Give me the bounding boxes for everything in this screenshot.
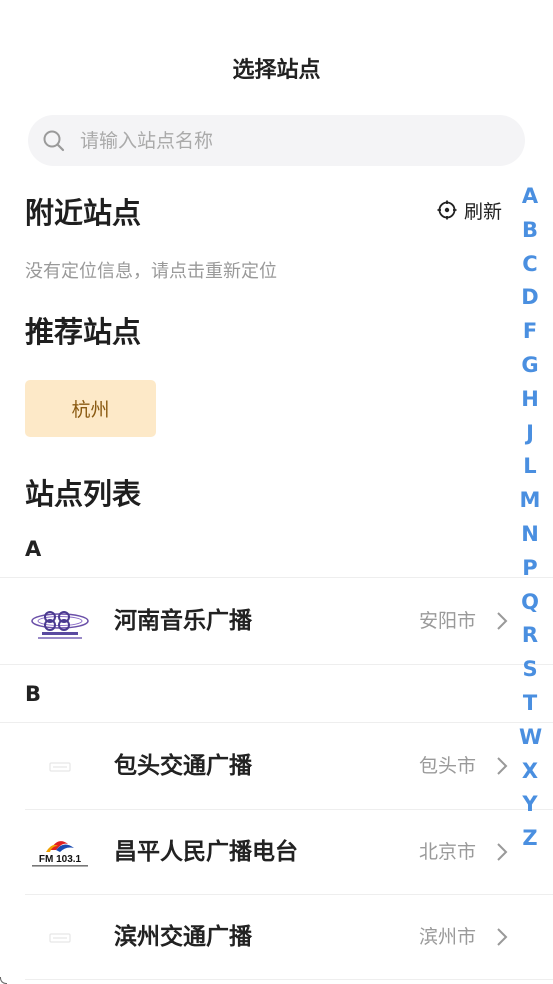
chevron-right-icon: [497, 843, 508, 861]
station-row-henan-music[interactable]: 河南音乐广播 安阳市: [0, 579, 520, 664]
chip-label: 杭州: [71, 399, 110, 421]
station-city: 北京市: [418, 841, 476, 863]
index-letter-d[interactable]: D: [519, 281, 541, 315]
station-list-heading: 站点列表: [25, 477, 142, 511]
index-letter-s[interactable]: S: [519, 653, 541, 687]
index-letter-l[interactable]: L: [519, 450, 541, 484]
index-letter-n[interactable]: N: [519, 518, 541, 552]
index-letter-g[interactable]: G: [519, 349, 541, 383]
locate-icon: [437, 200, 457, 220]
chevron-right-icon: [497, 928, 508, 946]
station-name: 昌平人民广播电台: [114, 839, 298, 865]
index-letter-t[interactable]: T: [519, 687, 541, 721]
index-letter-x[interactable]: X: [519, 755, 541, 789]
station-city: 滨州市: [418, 926, 476, 948]
chevron-right-icon: [497, 757, 508, 775]
henan-music-logo: [31, 611, 89, 639]
index-letter-r[interactable]: R: [519, 619, 541, 653]
index-letter-j[interactable]: J: [519, 417, 541, 451]
divider: [0, 664, 553, 665]
placeholder-logo-icon: [49, 933, 71, 943]
refresh-label: 刷新: [464, 200, 503, 223]
chevron-right-icon: [497, 612, 508, 630]
nearby-heading: 附近站点: [25, 196, 142, 230]
refresh-button[interactable]: 刷新: [437, 196, 502, 224]
index-letter-h[interactable]: H: [519, 383, 541, 417]
placeholder-logo-icon: [49, 762, 71, 772]
search-bar[interactable]: [28, 115, 525, 166]
recommended-chip-hangzhou[interactable]: 杭州: [25, 380, 156, 437]
location-hint[interactable]: 没有定位信息，请点击重新定位: [25, 257, 277, 283]
index-letter-a[interactable]: A: [519, 180, 541, 214]
station-name: 河南音乐广播: [114, 608, 252, 634]
search-icon: [43, 130, 65, 151]
index-letter-b[interactable]: B: [519, 214, 541, 248]
group-letter-a: A: [25, 537, 42, 561]
station-row-changping[interactable]: FM 103.1 昌平人民广播电台 北京市: [0, 810, 520, 895]
index-letter-m[interactable]: M: [519, 484, 541, 518]
alphabet-index[interactable]: ABCDFGHJLMNPQRSTWXYZ: [519, 180, 542, 856]
fm-103-logo-text: FM 103.1: [39, 854, 82, 865]
divider: [0, 722, 553, 723]
recommended-heading: 推荐站点: [25, 315, 142, 349]
station-name: 包头交通广播: [114, 753, 252, 779]
station-row-binzhou-traffic[interactable]: 滨州交通广播 滨州市: [0, 895, 520, 980]
group-letter-b: B: [25, 682, 42, 706]
index-letter-y[interactable]: Y: [519, 788, 541, 822]
index-letter-w[interactable]: W: [519, 721, 542, 755]
divider: [25, 979, 553, 980]
page-title: 选择站点: [232, 58, 321, 83]
fm-103-logo: FM 103.1: [32, 841, 88, 867]
index-letter-c[interactable]: C: [519, 248, 541, 282]
station-name: 滨州交通广播: [114, 924, 252, 950]
screen-corner: [0, 977, 7, 984]
index-letter-p[interactable]: P: [519, 552, 541, 586]
index-letter-q[interactable]: Q: [519, 586, 541, 620]
index-letter-z[interactable]: Z: [519, 822, 541, 856]
station-row-baotou-traffic[interactable]: 包头交通广播 包头市: [0, 724, 520, 809]
station-city: 包头市: [418, 755, 476, 777]
index-letter-f[interactable]: F: [519, 315, 541, 349]
divider: [0, 577, 553, 578]
search-input[interactable]: [78, 128, 482, 153]
station-city: 安阳市: [418, 610, 476, 632]
